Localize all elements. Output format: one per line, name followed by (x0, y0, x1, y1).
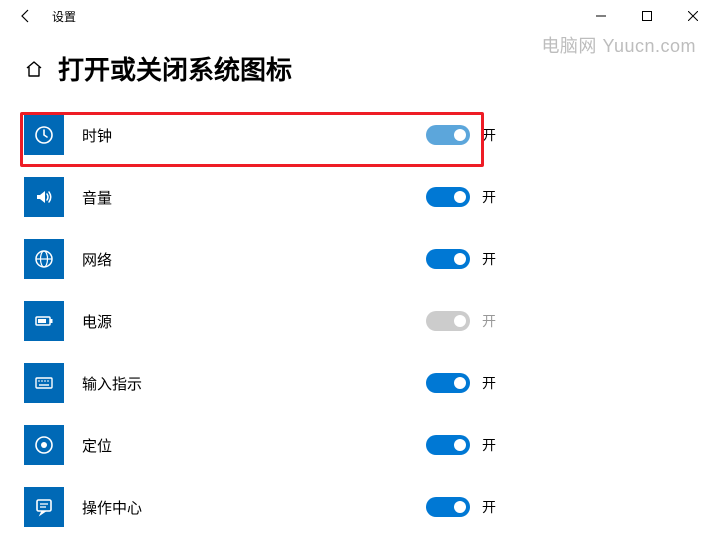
close-button[interactable] (670, 0, 716, 32)
toggle-state-label: 开 (482, 249, 496, 269)
minimize-button[interactable] (578, 0, 624, 32)
ime-icon (24, 363, 64, 403)
setting-row-location: 定位 开 (24, 419, 696, 471)
toggle-state-label: 开 (482, 497, 496, 517)
maximize-button[interactable] (624, 0, 670, 32)
icon-list: 时钟开音量开网络开电源开输入指示开定位开操作中心开 (0, 109, 720, 533)
setting-row-network: 网络 开 (24, 233, 696, 285)
location-icon (24, 425, 64, 465)
setting-row-volume: 音量 开 (24, 171, 696, 223)
clock-icon (24, 115, 64, 155)
setting-label: 操作中心 (82, 497, 332, 518)
toggle-state-label: 开 (482, 311, 496, 331)
setting-label: 电源 (82, 311, 332, 332)
setting-label: 定位 (82, 435, 332, 456)
home-button[interactable] (24, 59, 44, 79)
setting-label: 网络 (82, 249, 332, 270)
volume-icon (24, 177, 64, 217)
power-icon (24, 301, 64, 341)
toggle-switch[interactable] (426, 497, 470, 517)
setting-row-action: 操作中心 开 (24, 481, 696, 533)
setting-label: 时钟 (82, 125, 332, 146)
toggle-state-label: 开 (482, 187, 496, 207)
page-title: 打开或关闭系统图标 (58, 50, 292, 87)
back-button[interactable] (4, 0, 48, 32)
toggle-state-label: 开 (482, 435, 496, 455)
setting-row-ime: 输入指示 开 (24, 357, 696, 409)
window-title: 设置 (48, 8, 76, 25)
network-icon (24, 239, 64, 279)
toggle-switch[interactable] (426, 373, 470, 393)
toggle-state-label: 开 (482, 125, 496, 145)
titlebar: 设置 (0, 0, 720, 32)
setting-label: 输入指示 (82, 373, 332, 394)
toggle-switch[interactable] (426, 311, 470, 331)
toggle-switch[interactable] (426, 435, 470, 455)
toggle-switch[interactable] (426, 187, 470, 207)
toggle-switch[interactable] (426, 125, 470, 145)
toggle-state-label: 开 (482, 373, 496, 393)
toggle-switch[interactable] (426, 249, 470, 269)
setting-row-clock: 时钟 开 (24, 109, 696, 161)
action-icon (24, 487, 64, 527)
watermark: 电脑网 Yuucn.com (541, 32, 696, 58)
setting-row-power: 电源 开 (24, 295, 696, 347)
setting-label: 音量 (82, 187, 332, 208)
